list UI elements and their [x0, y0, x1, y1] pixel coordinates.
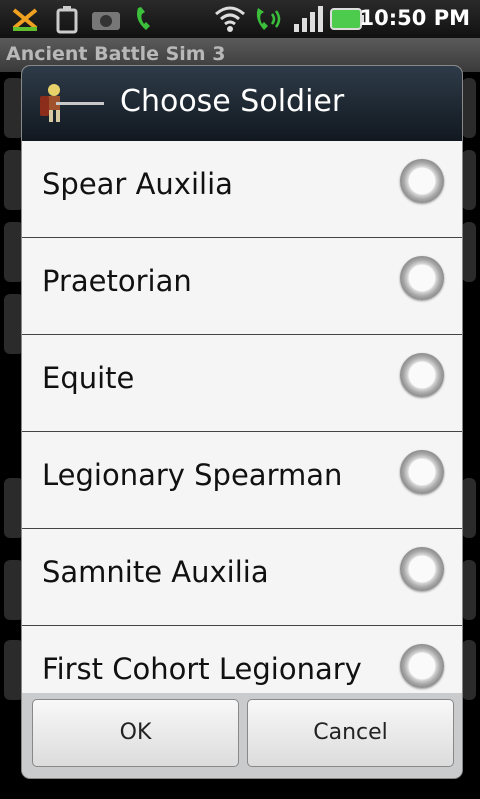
- item-label: Samnite Auxilia: [42, 555, 269, 589]
- background-panel: [4, 640, 24, 700]
- status-bar: 10:50 PM: [0, 0, 480, 38]
- background-panel: [462, 478, 476, 538]
- radio-button[interactable]: [400, 159, 444, 203]
- camera-icon: [90, 4, 122, 38]
- battery-saver-icon: [52, 4, 82, 38]
- background-panel: [462, 560, 476, 620]
- background-panel: [4, 222, 24, 282]
- background-panel: [462, 78, 476, 138]
- item-label: First Cohort Legionary: [42, 652, 362, 686]
- list-item[interactable]: First Cohort Legionary: [22, 626, 462, 693]
- background-panel: [4, 78, 24, 138]
- soldier-list[interactable]: Spear Auxilia Praetorian Equite Legionar…: [22, 141, 462, 693]
- item-label: Spear Auxilia: [42, 167, 233, 201]
- dialog-header: Choose Soldier: [22, 66, 462, 141]
- radio-button[interactable]: [400, 256, 444, 300]
- list-item[interactable]: Samnite Auxilia: [22, 529, 462, 626]
- missed-call-icon: [10, 4, 40, 38]
- ok-button[interactable]: OK: [32, 699, 239, 767]
- background-panel: [4, 294, 24, 354]
- dialog-button-bar: OK Cancel: [22, 693, 462, 778]
- background-panel: [4, 150, 24, 210]
- list-item[interactable]: Praetorian: [22, 238, 462, 335]
- signal-icon: [292, 4, 326, 38]
- app-title: Ancient Battle Sim 3: [6, 43, 226, 65]
- radio-button[interactable]: [400, 450, 444, 494]
- radio-button[interactable]: [400, 353, 444, 397]
- item-label: Legionary Spearman: [42, 458, 343, 492]
- radio-button[interactable]: [400, 644, 444, 688]
- background-panel: [462, 640, 476, 700]
- list-item[interactable]: Spear Auxilia: [22, 141, 462, 238]
- cancel-button[interactable]: Cancel: [247, 699, 454, 767]
- background-panel: [462, 222, 476, 282]
- choose-soldier-dialog: Choose Soldier Spear Auxilia Praetorian …: [22, 66, 462, 778]
- background-panel: [462, 150, 476, 210]
- phone-speaker-icon: [254, 4, 284, 38]
- soldier-icon: [36, 82, 106, 130]
- clock: 10:50 PM: [359, 6, 470, 30]
- list-item[interactable]: Legionary Spearman: [22, 432, 462, 529]
- background-panel: [4, 478, 24, 538]
- dialog-title: Choose Soldier: [120, 84, 345, 119]
- wifi-icon: [214, 4, 246, 38]
- background-panel: [4, 560, 24, 620]
- list-item[interactable]: Equite: [22, 335, 462, 432]
- item-label: Praetorian: [42, 264, 192, 298]
- item-label: Equite: [42, 361, 135, 395]
- radio-button[interactable]: [400, 547, 444, 591]
- phone-icon: [132, 4, 160, 38]
